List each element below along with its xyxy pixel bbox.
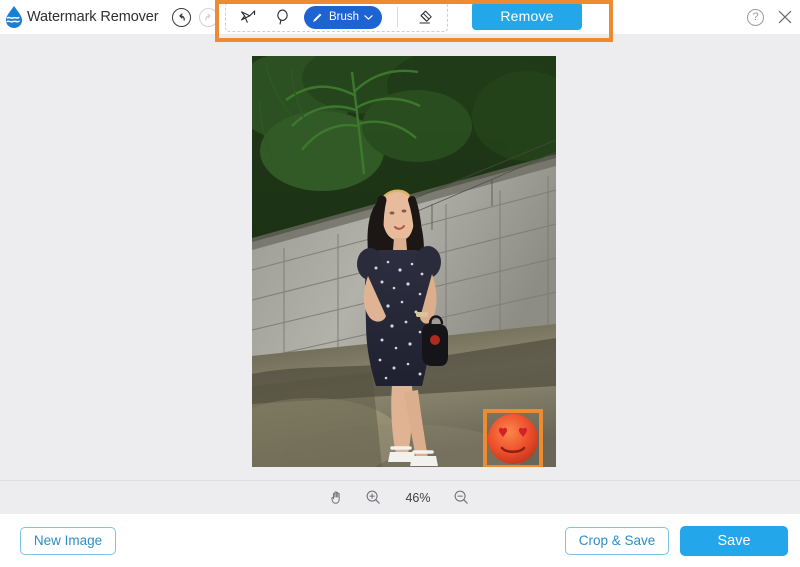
- polygon-lasso-icon: [240, 9, 255, 23]
- remove-button[interactable]: Remove: [472, 2, 582, 30]
- undo-arrow-icon: [178, 12, 185, 21]
- brand: Watermark Remover: [0, 5, 159, 29]
- zoom-out-icon[interactable]: [453, 489, 471, 507]
- zoom-in-icon[interactable]: [365, 489, 383, 507]
- redo-button[interactable]: [198, 7, 218, 27]
- help-circle-icon[interactable]: ?: [747, 8, 764, 26]
- save-button[interactable]: Save: [680, 525, 788, 556]
- history-controls: [171, 7, 218, 27]
- crop-and-save-button[interactable]: Crop & Save: [565, 526, 669, 555]
- redo-arrow-icon: [204, 12, 211, 21]
- photo-container[interactable]: [252, 56, 556, 467]
- close-x-icon[interactable]: [777, 9, 793, 25]
- eraser-tool-button[interactable]: [409, 4, 441, 30]
- brush-tool-label: Brush: [329, 11, 360, 23]
- zoom-level-label: 46%: [405, 490, 431, 505]
- water-drop-logo-icon: [3, 5, 25, 29]
- zoom-toolbar: 46%: [0, 480, 800, 514]
- lasso-icon: [276, 9, 288, 24]
- lasso-tool-button[interactable]: [266, 4, 298, 30]
- tool-cluster: Brush: [225, 2, 449, 32]
- new-image-button[interactable]: New Image: [20, 526, 116, 555]
- header-right-controls: ?: [747, 0, 793, 34]
- toolbar-divider: [397, 7, 399, 27]
- emoji-watermark-selection[interactable]: [483, 409, 543, 467]
- app-title: Watermark Remover: [27, 9, 159, 25]
- edited-photo: [252, 56, 556, 467]
- hand-icon[interactable]: [329, 489, 347, 507]
- app-header: Watermark Remover Brush Remove ?: [0, 0, 800, 42]
- image-canvas[interactable]: [0, 34, 800, 480]
- polygon-lasso-tool-button[interactable]: [232, 4, 264, 30]
- undo-button[interactable]: [171, 7, 191, 27]
- brush-tool-button[interactable]: Brush: [304, 5, 383, 29]
- eraser-icon: [419, 10, 432, 24]
- chevron-down-icon: [364, 14, 373, 21]
- app-footer: New Image Crop & Save Save: [0, 514, 800, 567]
- brush-icon: [311, 11, 324, 24]
- watermark-remover-window: Watermark Remover Brush Remove ? 46% New…: [0, 0, 800, 567]
